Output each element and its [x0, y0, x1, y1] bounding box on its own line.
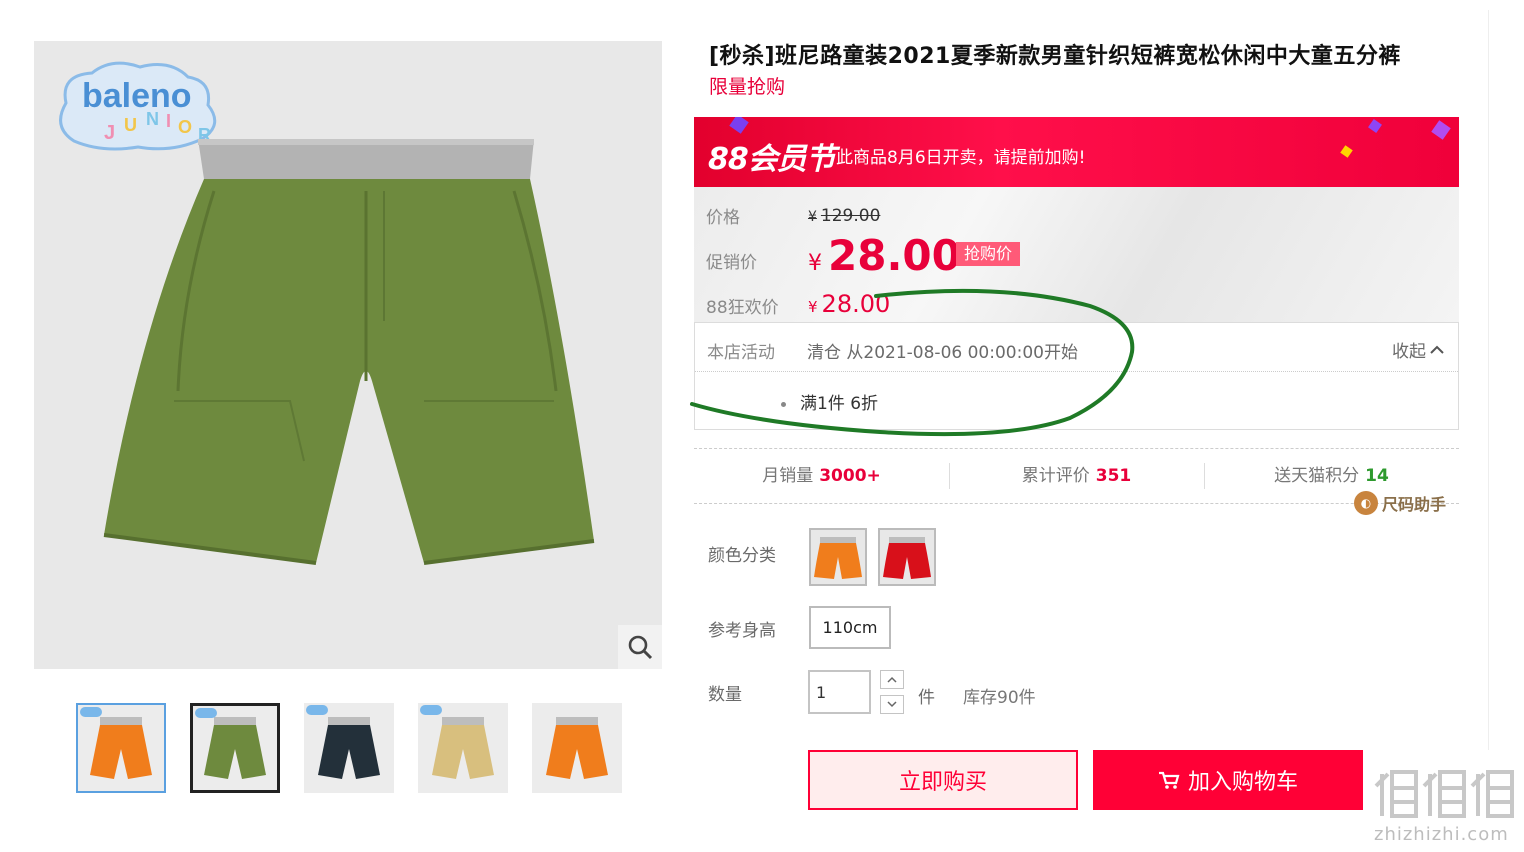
- thumbnail-logo: [420, 705, 442, 715]
- quantity-label: 数量: [708, 685, 742, 705]
- promo-banner: 88会员节 此商品8月6日开卖，请提前加购!: [694, 117, 1459, 187]
- stat-label: 送天猫积分: [1274, 466, 1360, 486]
- svg-text:I: I: [166, 111, 171, 131]
- svg-text:N: N: [146, 109, 159, 129]
- thumbnail-strip: [76, 703, 622, 793]
- stat-label: 月销量: [762, 466, 814, 486]
- thumbnail-logo: [80, 707, 102, 717]
- bullet-icon: [781, 401, 786, 407]
- add-to-cart-label: 加入购物车: [1187, 770, 1298, 795]
- collapse-toggle[interactable]: 收起: [1392, 337, 1444, 362]
- thumbnail-shorts-khaki: [432, 717, 494, 779]
- stat-reviews[interactable]: 累计评价 351: [949, 449, 1204, 503]
- event-message: 此商品8月6日开卖，请提前加购!: [836, 148, 1086, 168]
- decor-cube: [1368, 119, 1382, 133]
- activity-item-text: 满1件 6折: [800, 394, 879, 414]
- watermark-logo: [1374, 770, 1514, 818]
- activity-description: 清仓 从2021-08-06 00:00:00开始: [807, 343, 1078, 363]
- thumbnail-1[interactable]: [76, 703, 166, 793]
- stat-value: 351: [1095, 466, 1132, 486]
- store-activity: 本店活动 清仓 从2021-08-06 00:00:00开始 收起 满1件 6折: [694, 322, 1459, 430]
- stock-count: 库存90件: [963, 688, 1036, 708]
- promo-price-label: 促销价: [706, 253, 757, 273]
- swatch-shorts-red: [883, 537, 931, 579]
- promo-price-tag: 抢购价: [956, 242, 1021, 266]
- thumbnail-shorts-navy: [318, 717, 380, 779]
- activity-header: 本店活动 清仓 从2021-08-06 00:00:00开始 收起: [695, 323, 1458, 372]
- event-price-value: 28.00: [821, 290, 891, 318]
- event-price: ¥28.00: [808, 290, 890, 318]
- add-to-cart-button[interactable]: 加入购物车: [1093, 750, 1363, 810]
- page-divider: [1488, 10, 1489, 750]
- activity-label: 本店活动: [707, 343, 775, 363]
- quantity-decrease-button[interactable]: [880, 695, 904, 714]
- size-helper-label: 尺码助手: [1382, 495, 1447, 514]
- thumbnail-3[interactable]: [304, 703, 394, 793]
- decor-cube: [1340, 145, 1353, 158]
- thumbnail-shorts-orange: [90, 717, 152, 779]
- original-price-value: 129.00: [820, 206, 881, 226]
- original-price: ¥129.00: [808, 206, 880, 226]
- shorts-photo: [103, 139, 595, 565]
- height-option-label: 参考身高: [708, 621, 776, 641]
- zoom-button[interactable]: [618, 625, 662, 669]
- stat-monthly-sales: 月销量 3000+: [694, 449, 949, 503]
- stat-label: 累计评价: [1021, 466, 1090, 486]
- watermark-url: zhizhizhi.com: [1374, 824, 1509, 845]
- promo-price-value: 28.00: [828, 231, 961, 280]
- stats-bar: 月销量 3000+ 累计评价 351 送天猫积分 14: [694, 448, 1459, 504]
- event-price-label: 88狂欢价: [706, 298, 779, 318]
- event-tag: 88会员节: [708, 142, 836, 177]
- main-product-image[interactable]: baleno J U N I O R: [34, 41, 662, 669]
- quantity-unit: 件: [918, 688, 935, 708]
- height-option-110cm[interactable]: 110cm: [809, 606, 891, 649]
- chevron-up-icon: [887, 676, 897, 683]
- stat-value: 14: [1365, 466, 1389, 486]
- product-subtitle: 限量抢购: [709, 76, 786, 98]
- quantity-input[interactable]: [808, 670, 871, 714]
- promo-price: ¥28.00: [808, 231, 961, 280]
- tape-measure-icon: ◐: [1354, 491, 1378, 515]
- color-option-label: 颜色分类: [708, 546, 776, 566]
- collapse-label: 收起: [1392, 342, 1426, 362]
- cart-icon: [1158, 771, 1180, 789]
- quantity-increase-button[interactable]: [880, 670, 904, 689]
- stat-value: 3000+: [819, 466, 881, 486]
- chevron-down-icon: [887, 701, 897, 708]
- price-panel: 价格 ¥129.00 促销价 ¥28.00 抢购价 88狂欢价 ¥28.00: [694, 187, 1459, 323]
- color-swatch-orange[interactable]: [809, 528, 867, 586]
- decor-cube: [1431, 120, 1451, 140]
- swatch-shorts-orange: [814, 537, 862, 579]
- thumbnail-shorts-orange: [546, 717, 608, 779]
- price-label: 价格: [706, 208, 740, 228]
- svg-text:baleno: baleno: [82, 77, 192, 115]
- currency-symbol: ¥: [808, 298, 818, 316]
- chevron-up-icon: [1430, 345, 1444, 354]
- thumbnail-logo: [195, 708, 217, 718]
- size-helper-link[interactable]: ◐ 尺码助手: [1354, 491, 1446, 515]
- thumbnail-4[interactable]: [418, 703, 508, 793]
- decor-cube: [729, 117, 749, 134]
- thumbnail-5[interactable]: [532, 703, 622, 793]
- thumbnail-logo: [306, 705, 328, 715]
- magnifier-icon: [628, 635, 653, 660]
- activity-item: 满1件 6折: [781, 389, 878, 414]
- color-swatch-red[interactable]: [878, 528, 936, 586]
- currency-symbol: ¥: [808, 209, 817, 225]
- thumbnail-shorts-green: [204, 717, 266, 779]
- site-watermark: zhizhizhi.com: [1374, 766, 1518, 850]
- product-title: [秒杀]班尼路童装2021夏季新款男童针织短裤宽松休闲中大童五分裤: [709, 44, 1401, 69]
- currency-symbol: ¥: [808, 251, 822, 276]
- buy-now-button[interactable]: 立即购买: [808, 750, 1078, 810]
- thumbnail-2[interactable]: [190, 703, 280, 793]
